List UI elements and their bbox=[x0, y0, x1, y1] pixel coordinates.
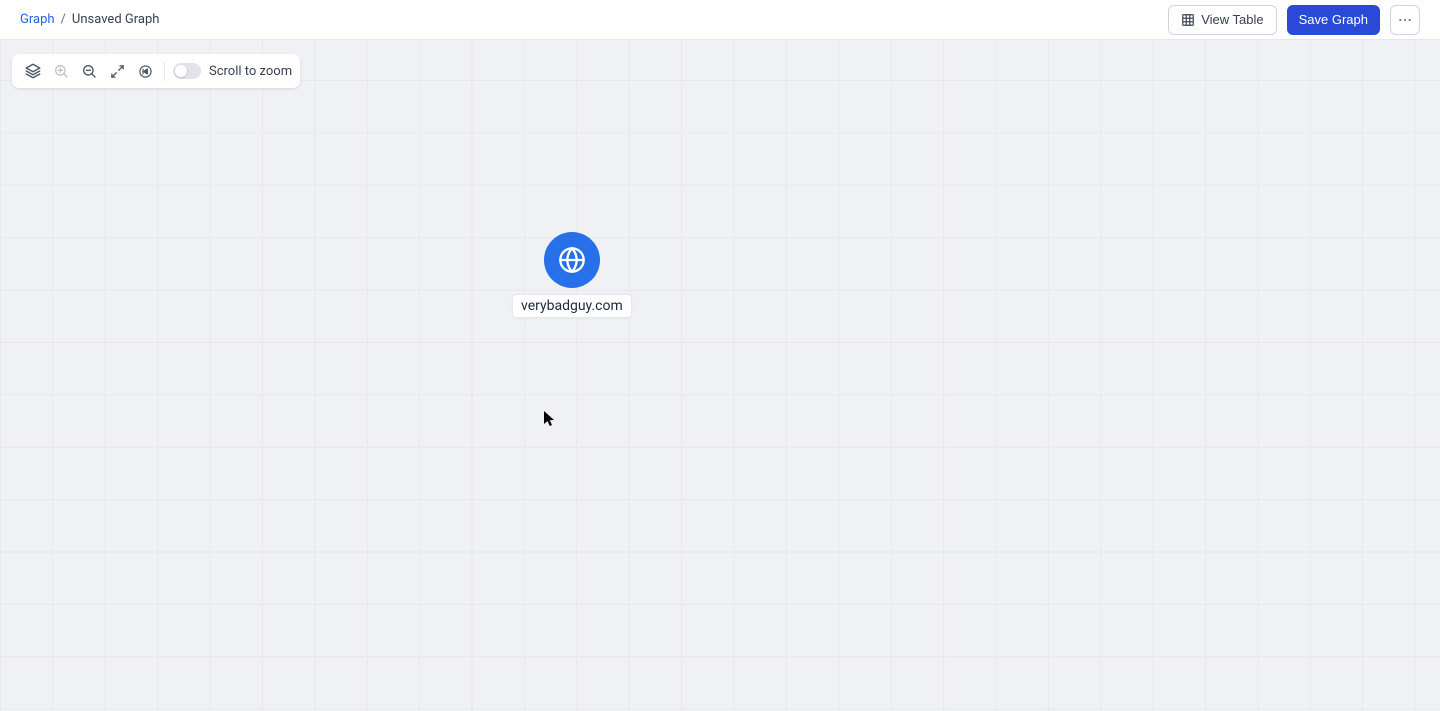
header-actions: View Table Save Graph bbox=[1168, 5, 1420, 35]
save-graph-button[interactable]: Save Graph bbox=[1287, 5, 1380, 35]
skip-back-icon bbox=[138, 64, 153, 79]
toggle-knob bbox=[175, 65, 187, 77]
toolbar-separator bbox=[164, 61, 165, 81]
zoom-out-button[interactable] bbox=[76, 58, 102, 84]
view-table-button[interactable]: View Table bbox=[1168, 5, 1276, 35]
scroll-zoom-label: Scroll to zoom bbox=[209, 64, 292, 79]
breadcrumb: Graph / Unsaved Graph bbox=[20, 12, 159, 27]
cursor-icon bbox=[544, 411, 556, 427]
breadcrumb-current: Unsaved Graph bbox=[72, 12, 160, 27]
graph-canvas[interactable]: Scroll to zoom verybadguy.com bbox=[0, 40, 1440, 711]
canvas-toolbar: Scroll to zoom bbox=[12, 54, 300, 88]
scroll-zoom-toggle-wrap: Scroll to zoom bbox=[171, 63, 292, 79]
graph-node[interactable]: verybadguy.com bbox=[512, 232, 632, 318]
table-icon bbox=[1181, 13, 1195, 27]
node-circle bbox=[544, 232, 600, 288]
zoom-in-icon bbox=[53, 63, 69, 79]
more-horizontal-icon bbox=[1397, 12, 1413, 28]
reset-view-button[interactable] bbox=[132, 58, 158, 84]
layers-button[interactable] bbox=[20, 58, 46, 84]
scroll-zoom-toggle[interactable] bbox=[173, 63, 201, 79]
page-header: Graph / Unsaved Graph View Table Save Gr… bbox=[0, 0, 1440, 40]
breadcrumb-root-link[interactable]: Graph bbox=[20, 12, 55, 27]
view-table-label: View Table bbox=[1201, 12, 1263, 27]
globe-icon bbox=[558, 246, 586, 274]
zoom-in-button[interactable] bbox=[48, 58, 74, 84]
fit-view-button[interactable] bbox=[104, 58, 130, 84]
layers-icon bbox=[24, 62, 42, 80]
breadcrumb-separator: / bbox=[61, 12, 66, 27]
node-label: verybadguy.com bbox=[512, 294, 632, 318]
save-graph-label: Save Graph bbox=[1299, 12, 1368, 27]
more-options-button[interactable] bbox=[1390, 5, 1420, 35]
zoom-out-icon bbox=[81, 63, 97, 79]
expand-icon bbox=[110, 64, 125, 79]
